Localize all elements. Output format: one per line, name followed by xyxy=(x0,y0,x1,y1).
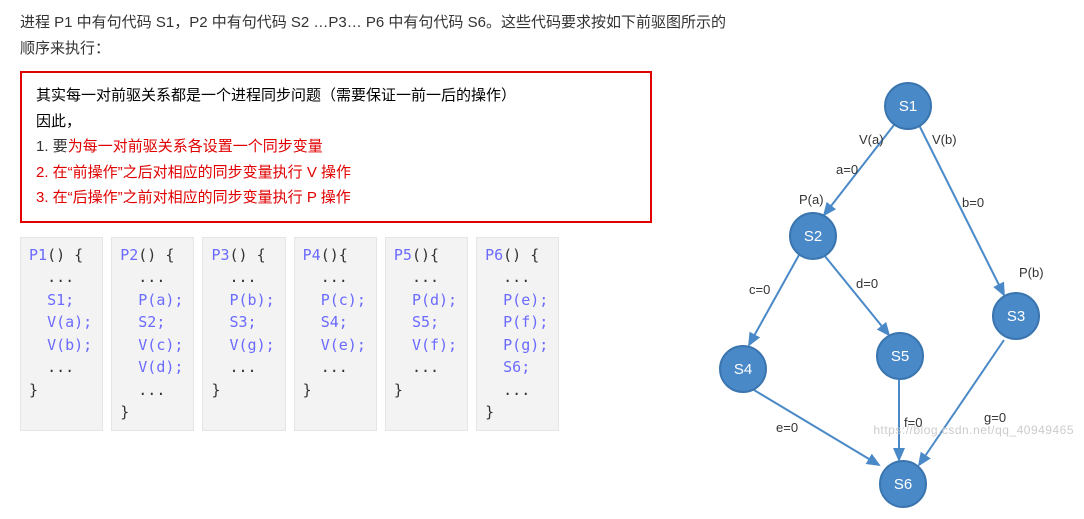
code-p1: P1() { ... S1; V(a); V(b); ... } xyxy=(20,237,103,431)
label-pa: P(a) xyxy=(799,192,824,207)
label-d0: d=0 xyxy=(856,276,878,291)
code-row: P1() { ... S1; V(a); V(b); ... } P2() { … xyxy=(20,237,700,431)
rule-1: 1. 要为每一对前驱关系各设置一个同步变量 xyxy=(36,134,636,160)
rule-3: 3. 在“后操作”之前对相应的同步变量执行 P 操作 xyxy=(36,185,636,211)
code-p6: P6() { ... P(e); P(f); P(g); S6; ... } xyxy=(476,237,559,431)
watermark: https://blog.csdn.net/qq_40949465 xyxy=(873,423,1074,437)
rule-2: 2. 在“前操作”之后对相应的同步变量执行 V 操作 xyxy=(36,160,636,186)
explain-box: 其实每一对前驱关系都是一个进程同步问题（需要保证一前一后的操作） 因此， 1. … xyxy=(20,71,652,223)
label-pb: P(b) xyxy=(1019,265,1044,280)
code-p2: P2() { ... P(a); S2; V(c); V(d); ... } xyxy=(111,237,194,431)
intro-text: 进程 P1 中有句代码 S1，P2 中有句代码 S2 …P3… P6 中有句代码… xyxy=(20,10,740,61)
label-a0: a=0 xyxy=(836,162,858,177)
label-b0: b=0 xyxy=(962,195,984,210)
label-e0: e=0 xyxy=(776,420,798,435)
node-s2: S2 xyxy=(789,212,837,260)
label-c0: c=0 xyxy=(749,282,770,297)
lead-line-1: 其实每一对前驱关系都是一个进程同步问题（需要保证一前一后的操作） xyxy=(36,83,636,109)
node-s4: S4 xyxy=(719,345,767,393)
lead-line-2: 因此， xyxy=(36,109,636,135)
node-s3: S3 xyxy=(992,292,1040,340)
node-s1: S1 xyxy=(884,82,932,130)
node-s6: S6 xyxy=(879,460,927,508)
label-vb: V(b) xyxy=(932,132,957,147)
label-va: V(a) xyxy=(859,132,884,147)
code-p5: P5(){ ... P(d); S5; V(f); ... } xyxy=(385,237,468,431)
node-s5: S5 xyxy=(876,332,924,380)
code-p4: P4(){ ... P(c); S4; V(e); ... } xyxy=(294,237,377,431)
code-p3: P3() { ... P(b); S3; V(g); ... } xyxy=(202,237,285,431)
